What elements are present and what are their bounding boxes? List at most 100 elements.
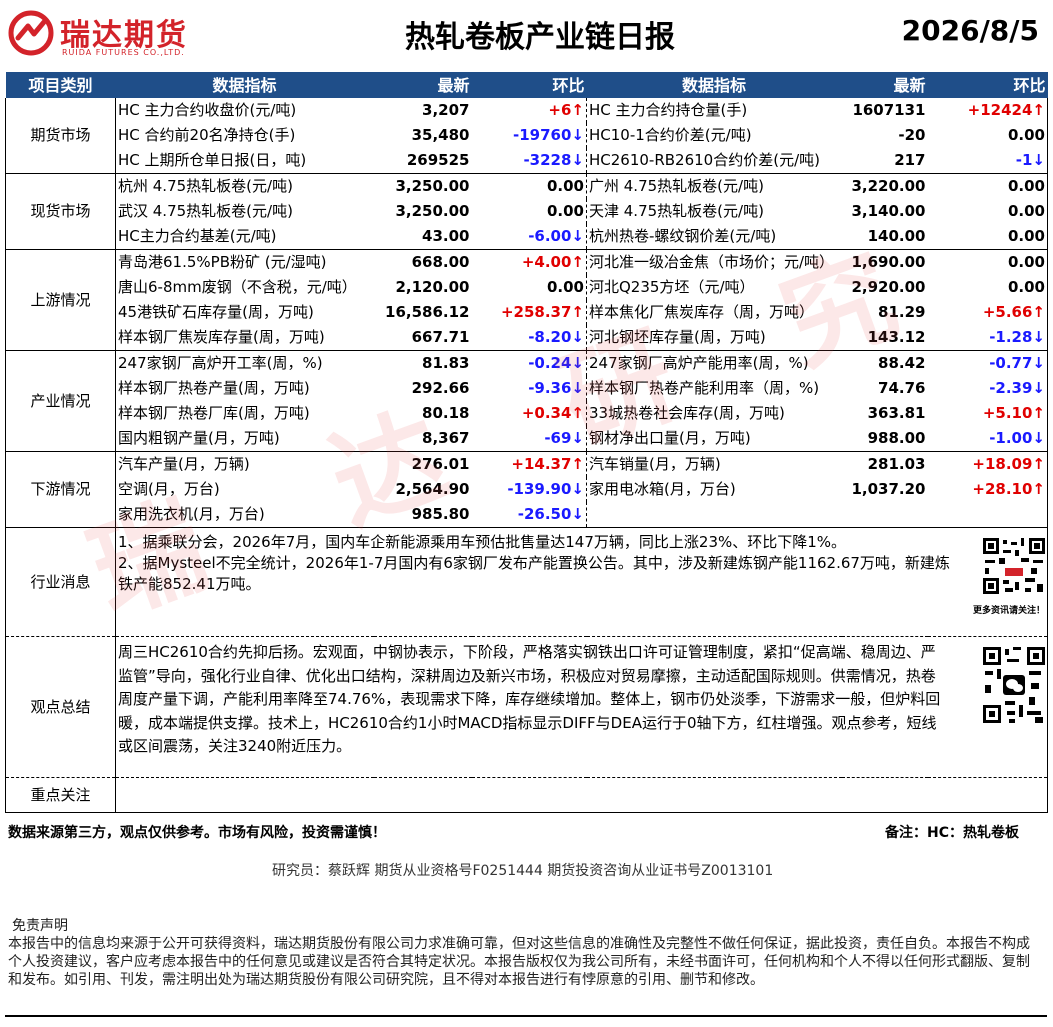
latest-value: 143.12 [841, 325, 928, 351]
table-row: 45港铁矿石库存量(周，万吨) 16,586.12 +258.37↑ 样本焦化厂焦炭库… [6, 300, 1048, 325]
table-row: 样本钢厂焦炭库存量(周，万吨) 667.71 -8.20↓ 河北钢坯库存量(周，万吨)… [6, 325, 1048, 351]
col-indicator: 数据指标 [115, 72, 374, 98]
table-row: HC主力合约基差(元/吨) 43.00 -6.00↓ 杭州热卷-螺纹钢价差(元/吨) 1… [6, 224, 1048, 250]
indicator-name: HC 合约前20名净持仓(手) [118, 126, 296, 144]
change-value: -9.36↓ [471, 376, 587, 401]
change-value: 0.00 [927, 275, 1048, 300]
indicator-name: 汽车产量(月，万辆) [118, 455, 250, 473]
change-value: -26.50↓ [471, 502, 587, 528]
table-row: 家用洗衣机(月，万台) 985.80 -26.50↓ [6, 502, 1048, 528]
indicator-name: 33城热卷社会库存(周，万吨) [589, 404, 785, 422]
col-indicator-2: 数据指标 [586, 72, 842, 98]
focus-row: 重点关注 [5, 777, 1048, 813]
indicator-name: 青岛港61.5%PB粉矿 (元/湿吨) [118, 253, 327, 271]
latest-value [841, 502, 928, 528]
section-category: 产业情况 [5, 350, 116, 452]
table-row: 下游情况 汽车产量(月，万辆) 276.01 +14.37↑ 汽车销量(月，万辆) 281… [5, 451, 1048, 528]
table-row: 空调(月，万台) 2,564.90 -139.90↓ 家用电冰箱(月，万台) 1,037… [6, 477, 1048, 502]
change-value: +5.66↑ [927, 300, 1048, 325]
indicator-name: 广州 4.75热轧板卷(元/吨) [589, 177, 764, 195]
indicator-name: 汽车销量(月，万辆) [589, 455, 721, 473]
news-row: 行业消息 1、据乘联分会，2026年7月，国内车企新能源乘用车预估批售量达147… [5, 527, 1048, 637]
indicator-name: 国内粗钢产量(月，万吨) [115, 426, 374, 452]
latest-value: 985.80 [373, 502, 472, 528]
wechat-qr-icon [981, 645, 1047, 725]
indicator-name: 样本钢厂热卷厂库(周，万吨) [118, 404, 310, 422]
bottom-divider [5, 1015, 1047, 1017]
change-value: -2.39↓ [927, 376, 1048, 401]
indicator-name: HC主力合约基差(元/吨) [115, 224, 374, 250]
change-value [927, 502, 1048, 528]
remark-note: 备注：HC：热轧卷板 [885, 825, 1019, 841]
table-row: 期货市场 HC 主力合约收盘价(元/吨) 3,207 +6↑ HC 主力合约持仓量(手)… [5, 98, 1048, 174]
indicator-name: 247家钢厂高炉开工率(周，%) [118, 354, 323, 372]
col-change: 环比 [471, 72, 587, 98]
indicator-name: 河北钢坯库存量(周，万吨) [586, 325, 842, 351]
change-value: -139.90↓ [471, 477, 587, 502]
latest-value: 2,564.90 [395, 480, 470, 498]
change-value: +14.37↑ [471, 451, 587, 477]
table-row: 国内粗钢产量(月，万吨) 8,367 -69↓ 钢材净出口量(月，万吨) 988.00-… [6, 426, 1048, 452]
change-value: 0.00 [927, 249, 1048, 275]
indicator-name: HC10-1合约价差(元/吨) [589, 126, 752, 144]
latest-value: 3,220.00 [851, 177, 926, 195]
data-table: 项目类别 数据指标 最新 环比 数据指标 最新 环比 期货市场 HC 主力合约收盘… [5, 72, 1048, 813]
latest-value: 3,250.00 [395, 202, 470, 220]
latest-value: 35,480 [411, 126, 470, 144]
table-row: 现货市场 杭州 4.75热轧板卷(元/吨) 3,250.00 0.00 广州 4.75热… [5, 173, 1048, 250]
indicator-name: 空调(月，万台) [118, 480, 220, 498]
indicator-name: 247家钢厂高炉产能用率(周，%) [589, 354, 809, 372]
latest-value: 74.76 [878, 379, 926, 397]
change-value: +6↑ [471, 98, 587, 123]
latest-value: 16,586.12 [385, 303, 470, 321]
latest-value: 8,367 [373, 426, 472, 452]
section-category: 现货市场 [5, 173, 116, 250]
latest-value: 2,920.00 [851, 278, 926, 296]
indicator-name: 样本钢厂热卷产能利用率（周，%) [589, 379, 820, 397]
view-category: 观点总结 [5, 636, 116, 778]
change-value: -1.00↓ [927, 426, 1048, 452]
disclaimer-title: 免责声明 [12, 918, 68, 934]
ruida-logo-icon [8, 10, 54, 56]
col-change-2: 环比 [927, 72, 1048, 98]
report-date: 2026/8/5 [901, 14, 1039, 47]
change-value: -0.24↓ [471, 350, 587, 376]
researcher-info: 研究员：蔡跃辉 期货从业资格号F0251444 期货投资咨询从业证书号Z0013… [272, 863, 774, 879]
indicator-name: HC 主力合约收盘价(元/吨) [118, 101, 297, 119]
indicator-name: 河北Q235方坯（元/吨） [589, 278, 755, 296]
change-value: +12424↑ [927, 98, 1048, 123]
indicator-name: 45港铁矿石库存量(周，万吨) [118, 303, 314, 321]
section-category: 期货市场 [5, 98, 116, 174]
col-latest-2: 最新 [841, 72, 928, 98]
latest-value: 269525 [373, 148, 472, 174]
indicator-name: 家用洗衣机(月，万台) [115, 502, 374, 528]
logo-en-text: RUIDA FUTURES CO.,LTD. [62, 48, 185, 57]
latest-value: -20 [898, 126, 926, 144]
disclaimer-text: 本报告中的信息均来源于公开可获得资料，瑞达期货股份有限公司力求准确可靠，但对这些… [8, 936, 1030, 988]
section-category: 下游情况 [5, 451, 116, 528]
indicator-name: 样本钢厂焦炭库存量(周，万吨) [115, 325, 374, 351]
indicator-name: 天津 4.75热轧板卷(元/吨) [589, 202, 764, 220]
latest-value: 81.29 [878, 303, 926, 321]
table-row: HC 合约前20名净持仓(手) 35,480 -19760↓ HC10-1合约价差(元… [6, 123, 1048, 148]
change-value: +28.10↑ [927, 477, 1048, 502]
focus-cell [115, 777, 1048, 813]
change-value: -8.20↓ [471, 325, 587, 351]
change-value: +4.00↑ [471, 249, 587, 275]
latest-value: 281.03 [867, 455, 926, 473]
table-row: 样本钢厂热卷产量(周，万吨) 292.66 -9.36↓ 样本钢厂热卷产能利用率（周，… [6, 376, 1048, 401]
table-row: 样本钢厂热卷厂库(周，万吨) 80.18 +0.34↑ 33城热卷社会库存(周，万吨)… [6, 401, 1048, 426]
latest-value: 81.83 [422, 354, 470, 372]
latest-value: 668.00 [411, 253, 470, 271]
indicator-name: 家用电冰箱(月，万台) [589, 480, 736, 498]
change-value: 0.00 [927, 123, 1048, 148]
news-category: 行业消息 [5, 527, 116, 637]
table-row: 上游情况 青岛港61.5%PB粉矿 (元/湿吨) 668.00 +4.00↑ 河北准一级… [5, 249, 1048, 351]
change-value: 0.00 [471, 275, 587, 300]
qr-code-icon [981, 536, 1047, 596]
news-cell: 1、据乘联分会，2026年7月，国内车企新能源乘用车预估批售量达147万辆，同比… [115, 527, 1048, 637]
company-logo: 瑞达期货 RUIDA FUTURES CO.,LTD. [8, 6, 208, 66]
change-value: -1↓ [927, 148, 1048, 174]
indicator-name: 杭州 4.75热轧板卷(元/吨) [118, 177, 293, 195]
indicator-name: HC 上期所仓单日报(日，吨) [115, 148, 374, 174]
